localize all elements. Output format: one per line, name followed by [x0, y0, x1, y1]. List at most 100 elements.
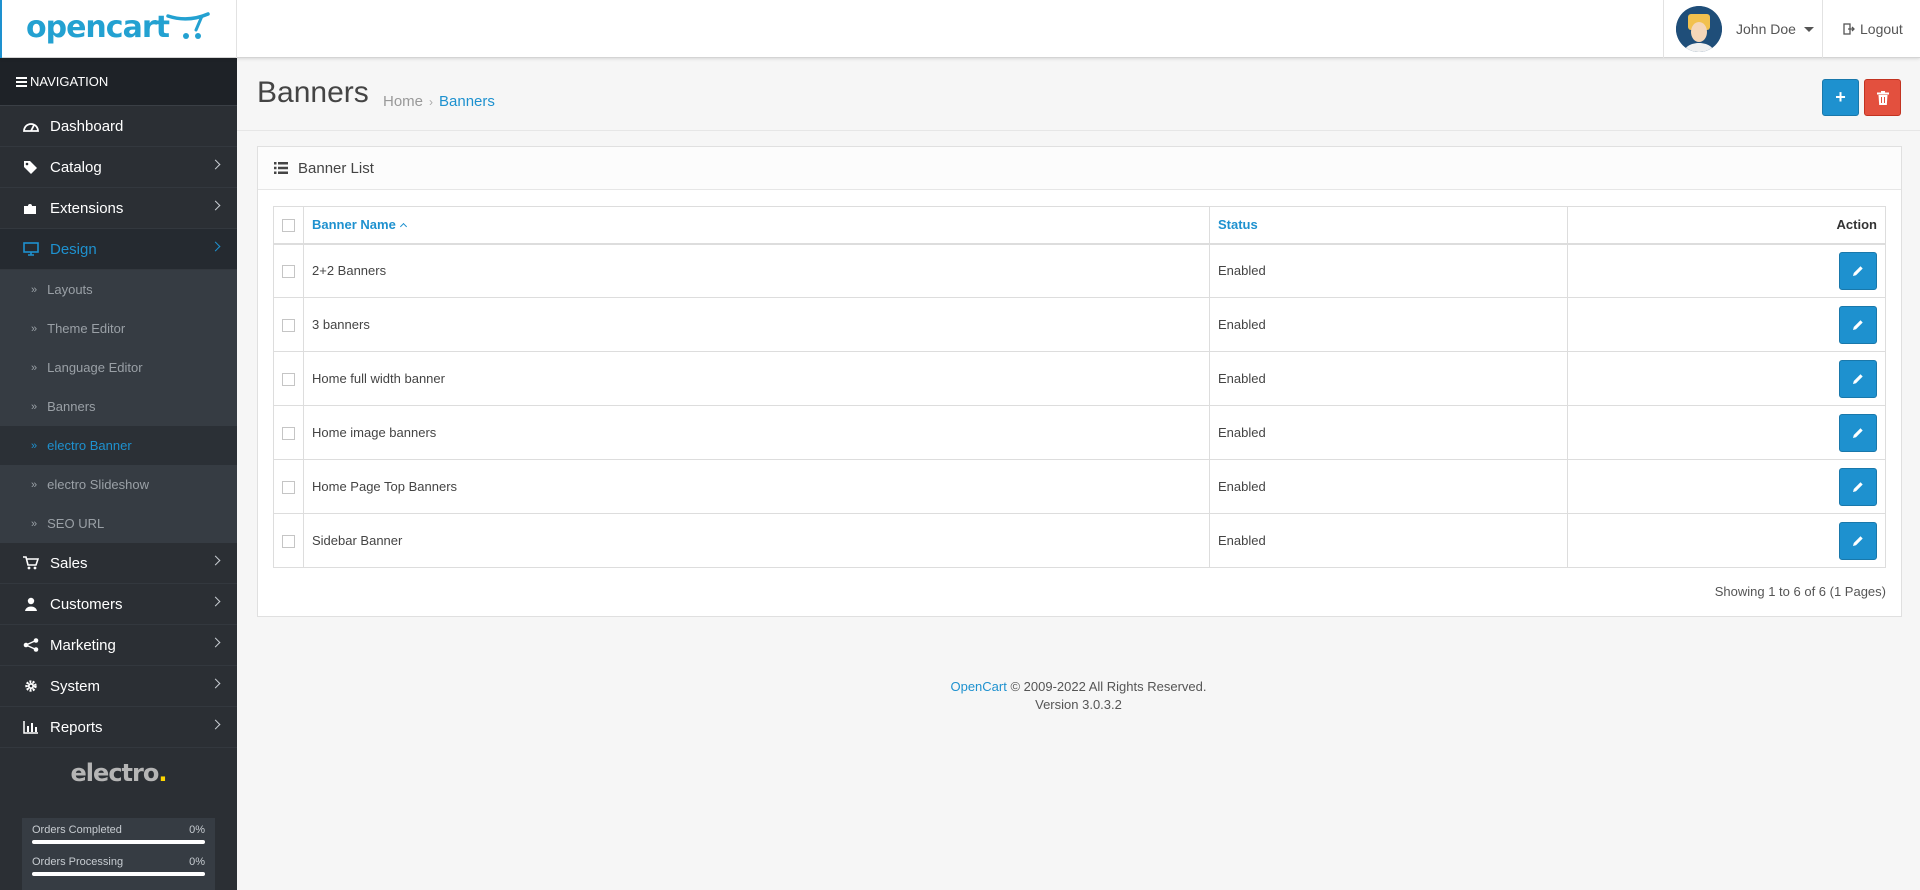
edit-button[interactable]	[1839, 305, 1877, 344]
row-select-cell	[273, 459, 304, 514]
banner-status: Enabled	[1209, 513, 1568, 568]
edit-button[interactable]	[1839, 413, 1877, 452]
edit-button[interactable]	[1839, 251, 1877, 290]
submenu-item-label: Banners	[47, 399, 96, 414]
column-label: Banner Name	[312, 217, 396, 233]
progress-orders-completed: Orders Completed 0%	[32, 824, 205, 844]
chevron-right-icon	[210, 241, 221, 252]
breadcrumb-banners[interactable]: Banners	[439, 93, 495, 110]
user-dropdown[interactable]: John Doe	[1663, 0, 1823, 58]
row-select-cell	[273, 405, 304, 460]
copyright-text: © 2009-2022 All Rights Reserved.	[1006, 679, 1207, 694]
select-all-checkbox[interactable]	[282, 219, 295, 233]
progress-label: Orders Processing	[32, 856, 124, 868]
breadcrumb: Home › Banners	[383, 93, 495, 110]
opencart-logo: opencart	[26, 10, 170, 45]
submenu-item-label: SEO URL	[47, 516, 105, 531]
sidebar-item-customers[interactable]: Customers	[0, 584, 237, 625]
table-row: Sidebar Banner Enabled	[273, 513, 1886, 568]
desktop-icon	[22, 242, 40, 256]
sidebar-item-label: System	[50, 677, 101, 695]
sidebar-item-label: Dashboard	[50, 117, 124, 135]
opencart-link[interactable]: OpenCart	[950, 679, 1006, 694]
progress-label: Orders Completed	[32, 824, 122, 836]
banner-status: Enabled	[1209, 351, 1568, 406]
pencil-icon	[1853, 319, 1863, 330]
sidebar-item-label: Design	[50, 240, 97, 258]
breadcrumb-home[interactable]: Home	[383, 93, 423, 110]
banner-status: Enabled	[1209, 243, 1568, 298]
progress-percent: 0%	[189, 824, 205, 836]
banner-list-panel: Banner List Banner Name Status Action 2+…	[257, 146, 1902, 617]
sidebar-item-extensions[interactable]: Extensions	[0, 188, 237, 229]
bar-chart-icon	[22, 720, 40, 734]
column-status: Status	[1209, 206, 1568, 245]
row-select-cell	[273, 513, 304, 568]
logout-link[interactable]: Logout	[1843, 0, 1903, 58]
submenu-item-label: Layouts	[47, 282, 93, 297]
action-cell	[1567, 297, 1886, 352]
pencil-icon	[1853, 373, 1863, 384]
dashboard-icon	[22, 119, 40, 133]
pencil-icon	[1853, 481, 1863, 492]
double-chevron-icon: »	[31, 322, 38, 335]
column-action: Action	[1567, 206, 1886, 245]
column-label: Action	[1836, 217, 1877, 233]
row-checkbox[interactable]	[282, 535, 295, 549]
banner-status: Enabled	[1209, 405, 1568, 460]
edit-button[interactable]	[1839, 467, 1877, 506]
submenu-item-theme-editor[interactable]: » Theme Editor	[0, 309, 237, 348]
tags-icon	[22, 160, 40, 174]
row-checkbox[interactable]	[282, 481, 295, 495]
sidebar-item-catalog[interactable]: Catalog	[0, 147, 237, 188]
double-chevron-icon: »	[31, 478, 38, 491]
submenu-item-label: Language Editor	[47, 360, 143, 375]
submenu-item-layouts[interactable]: » Layouts	[0, 270, 237, 309]
banner-name: Sidebar Banner	[303, 513, 1210, 568]
sidebar-item-label: Marketing	[50, 636, 116, 654]
delete-banner-button[interactable]	[1864, 79, 1901, 116]
avatar-icon	[1676, 6, 1722, 52]
logo-link[interactable]: opencart	[0, 0, 237, 58]
submenu-item-electro-slideshow[interactable]: » electro Slideshow	[0, 465, 237, 504]
shopping-cart-icon	[22, 556, 40, 570]
gear-icon	[22, 679, 40, 693]
row-checkbox[interactable]	[282, 319, 295, 333]
submenu-item-seo-url[interactable]: » SEO URL	[0, 504, 237, 543]
brand-dot: .	[158, 759, 167, 787]
top-header: opencart John Doe Logout	[0, 0, 1920, 58]
design-submenu: » Layouts » Theme Editor » Language Edit…	[0, 270, 237, 543]
sidebar-item-sales[interactable]: Sales	[0, 543, 237, 584]
edit-button[interactable]	[1839, 359, 1877, 398]
row-checkbox[interactable]	[282, 373, 295, 387]
logout-label: Logout	[1860, 21, 1903, 37]
sidebar-item-dashboard[interactable]: Dashboard	[0, 106, 237, 147]
sort-by-status-link[interactable]: Status	[1218, 217, 1258, 232]
sidebar-item-marketing[interactable]: Marketing	[0, 625, 237, 666]
row-checkbox[interactable]	[282, 265, 295, 279]
submenu-item-language-editor[interactable]: » Language Editor	[0, 348, 237, 387]
progress-orders-processing: Orders Processing 0%	[32, 856, 205, 876]
chevron-right-icon	[210, 637, 221, 648]
breadcrumb-separator: ›	[429, 95, 434, 109]
sidebar-item-design[interactable]: Design	[0, 229, 237, 270]
sidebar-item-reports[interactable]: Reports	[0, 707, 237, 748]
row-checkbox[interactable]	[282, 427, 295, 441]
sidebar-item-system[interactable]: System	[0, 666, 237, 707]
add-banner-button[interactable]: +	[1822, 79, 1859, 116]
submenu-item-banners[interactable]: » Banners	[0, 387, 237, 426]
banner-table: Banner Name Status Action 2+2 Banners En…	[273, 206, 1886, 568]
edit-button[interactable]	[1839, 521, 1877, 560]
avatar	[1676, 6, 1722, 52]
progress-percent: 0%	[189, 856, 205, 868]
banner-name: 2+2 Banners	[303, 243, 1210, 298]
user-icon	[22, 597, 40, 611]
submenu-item-electro-banner[interactable]: » electro Banner	[0, 426, 237, 465]
row-select-cell	[273, 297, 304, 352]
table-header-row: Banner Name Status Action	[273, 206, 1886, 245]
panel-title: Banner List	[298, 159, 374, 177]
banner-name: 3 banners	[303, 297, 1210, 352]
sort-by-name-link[interactable]: Banner Name	[312, 217, 407, 233]
share-icon	[22, 638, 40, 652]
trash-icon	[1876, 90, 1889, 105]
